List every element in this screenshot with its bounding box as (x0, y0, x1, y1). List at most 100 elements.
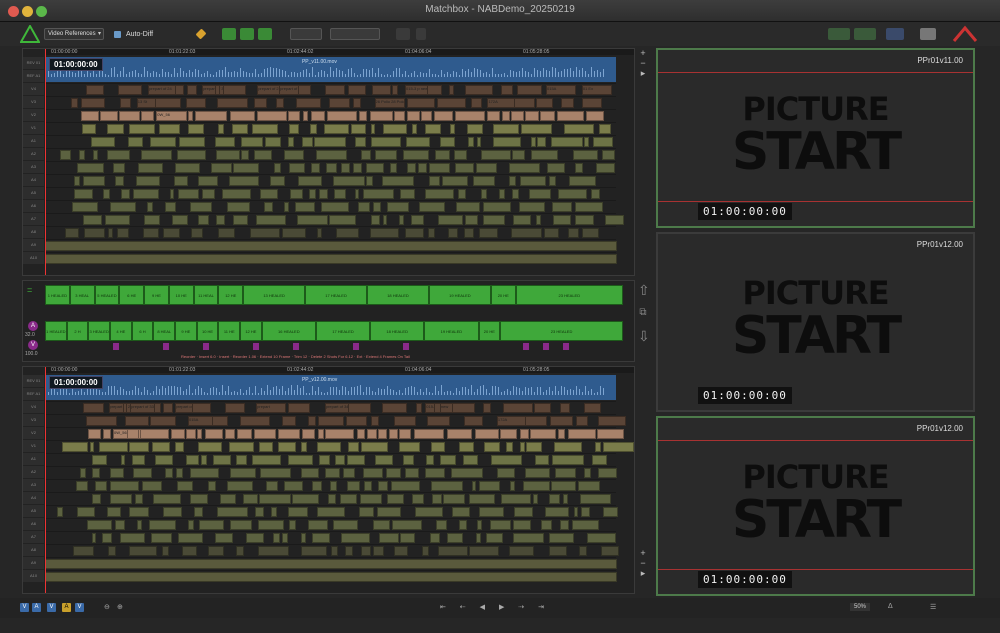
clip[interactable] (533, 494, 538, 504)
clip[interactable] (251, 455, 282, 465)
clip[interactable] (226, 202, 250, 212)
clip[interactable]: 015A (546, 85, 576, 95)
clip[interactable] (137, 163, 163, 173)
clip[interactable] (502, 403, 533, 413)
clip[interactable]: 01 Ex (581, 85, 612, 95)
a2-toggle-button[interactable]: A (62, 603, 71, 612)
clip[interactable] (121, 455, 126, 465)
clip[interactable] (116, 228, 129, 238)
clip[interactable] (64, 228, 80, 238)
clip[interactable] (108, 546, 116, 556)
clip[interactable] (149, 520, 177, 530)
clip[interactable] (207, 481, 217, 491)
clip[interactable] (256, 111, 287, 121)
healed-clip[interactable]: 11 HEAL (193, 285, 219, 305)
clip[interactable] (232, 124, 249, 134)
clip[interactable] (597, 429, 625, 439)
clip[interactable] (292, 494, 320, 504)
clip[interactable] (472, 176, 496, 186)
clip[interactable] (370, 137, 402, 147)
clip[interactable] (110, 468, 125, 478)
clip[interactable] (439, 455, 456, 465)
track-lane[interactable] (45, 174, 616, 187)
clip[interactable] (109, 202, 136, 212)
track-header[interactable]: V3 (23, 414, 44, 426)
clip[interactable] (216, 215, 225, 225)
clip[interactable] (98, 442, 129, 452)
clip[interactable] (249, 228, 280, 238)
clip[interactable] (382, 124, 407, 134)
changes-comparison-panel[interactable]: = A 32.0 V 100.0 Reorder · Insert 6.0 · … (22, 280, 635, 362)
clip[interactable] (259, 494, 291, 504)
clip[interactable] (399, 189, 416, 199)
track-lane[interactable] (45, 148, 616, 161)
clip[interactable] (525, 111, 539, 121)
healed-clip[interactable]: 18 HEALED (370, 321, 425, 341)
clip[interactable] (246, 533, 264, 543)
clip[interactable] (81, 124, 96, 134)
track-header[interactable]: V2 (23, 427, 44, 439)
clip[interactable] (549, 546, 568, 556)
clip[interactable] (309, 124, 317, 134)
clip[interactable] (177, 533, 204, 543)
clip[interactable] (335, 228, 359, 238)
clip[interactable] (127, 429, 140, 439)
clip[interactable] (83, 403, 104, 413)
clip[interactable] (509, 176, 516, 186)
healed-clip[interactable]: 23 HEALED (515, 285, 623, 305)
healed-clip[interactable]: 6 H (131, 321, 154, 341)
clip[interactable] (188, 111, 193, 121)
clip[interactable] (370, 215, 380, 225)
clip[interactable] (78, 150, 86, 160)
clip[interactable] (330, 481, 337, 491)
clip[interactable] (284, 481, 303, 491)
clip[interactable] (327, 494, 336, 504)
clip[interactable] (580, 494, 612, 504)
clip[interactable] (428, 176, 440, 186)
clip[interactable] (150, 416, 176, 426)
clip[interactable] (341, 533, 370, 543)
clip[interactable] (121, 189, 130, 199)
clip[interactable] (93, 150, 98, 160)
clip[interactable] (598, 124, 611, 134)
track-lane[interactable] (45, 453, 616, 466)
clip[interactable] (571, 520, 599, 530)
clip[interactable] (79, 468, 86, 478)
clip[interactable] (377, 481, 388, 491)
arrow-up-icon[interactable]: ⇧ (638, 282, 650, 299)
clip[interactable] (360, 442, 388, 452)
clip[interactable] (519, 429, 530, 439)
clip[interactable] (186, 455, 199, 465)
clip[interactable]: 172A (496, 416, 527, 426)
clip[interactable] (398, 429, 411, 439)
clip[interactable] (511, 228, 543, 238)
zoom-in-icon[interactable]: ⊕ (117, 603, 123, 611)
clip[interactable] (225, 429, 236, 439)
change-marker[interactable] (403, 343, 409, 350)
nudge-buttons[interactable] (330, 28, 380, 40)
clip[interactable] (347, 403, 372, 413)
clip[interactable] (107, 124, 125, 134)
clip[interactable] (372, 546, 384, 556)
clip[interactable] (510, 111, 525, 121)
send-to-icon[interactable] (828, 28, 850, 40)
home-icon[interactable] (952, 25, 978, 43)
clip[interactable] (195, 111, 228, 121)
clip[interactable] (113, 163, 126, 173)
clip[interactable] (459, 442, 474, 452)
clip[interactable] (316, 150, 348, 160)
clip[interactable] (601, 150, 616, 160)
clip[interactable] (399, 215, 404, 225)
clip[interactable] (106, 150, 131, 160)
clip[interactable] (91, 468, 101, 478)
clip[interactable] (567, 228, 579, 238)
clip[interactable] (289, 189, 304, 199)
clip[interactable] (426, 455, 434, 465)
clip[interactable] (190, 202, 213, 212)
clip[interactable] (469, 546, 499, 556)
clip[interactable] (128, 124, 155, 134)
clip[interactable] (475, 429, 499, 439)
clip[interactable] (316, 228, 323, 238)
clip[interactable] (560, 403, 570, 413)
clip[interactable] (212, 455, 232, 465)
